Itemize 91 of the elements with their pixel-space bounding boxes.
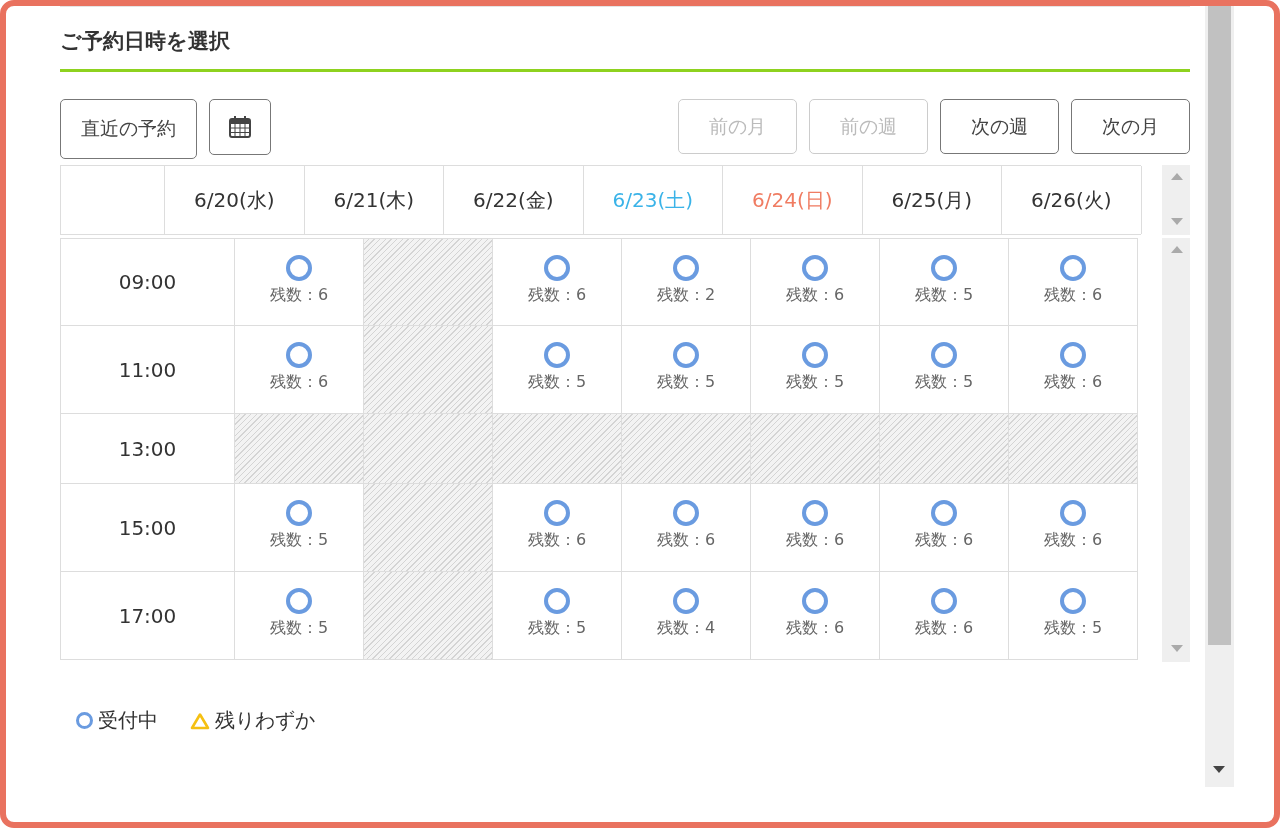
scroll-up-icon[interactable] [1171, 246, 1183, 253]
circle-icon [673, 588, 699, 614]
remaining-count: 残数：5 [785, 372, 845, 393]
circle-icon [544, 588, 570, 614]
scrollbar[interactable] [1162, 238, 1190, 662]
circle-icon [931, 342, 957, 368]
date-header: 6/26(火) [1002, 166, 1142, 234]
remaining-count: 残数：5 [527, 618, 587, 639]
date-header: 6/25(月) [862, 166, 1002, 234]
date-header: 6/21(木) [304, 166, 444, 234]
available-slot[interactable]: 残数：6 [751, 238, 880, 326]
legend-label: 残りわずか [215, 707, 315, 734]
circle-icon [544, 255, 570, 281]
circle-icon [286, 500, 312, 526]
scrollbar[interactable] [1205, 6, 1234, 787]
remaining-count: 残数：6 [1043, 530, 1103, 551]
time-label: 17:00 [60, 572, 235, 660]
remaining-count: 残数：6 [914, 530, 974, 551]
remaining-count: 残数：5 [914, 372, 974, 393]
date-header: 6/24(日) [723, 166, 863, 234]
remaining-count: 残数：5 [914, 285, 974, 306]
circle-icon [931, 500, 957, 526]
scroll-up-icon[interactable] [1171, 173, 1183, 180]
circle-icon [802, 588, 828, 614]
circle-icon [1060, 255, 1086, 281]
remaining-count: 残数：5 [527, 372, 587, 393]
remaining-count: 残数：6 [785, 530, 845, 551]
circle-icon [802, 500, 828, 526]
circle-icon [673, 255, 699, 281]
calendar-button[interactable] [209, 99, 271, 155]
circle-icon [1060, 500, 1086, 526]
scrollbar[interactable] [1162, 165, 1190, 235]
available-slot[interactable]: 残数：6 [622, 484, 751, 572]
circle-icon [286, 255, 312, 281]
available-slot[interactable]: 残数：6 [880, 484, 1009, 572]
navigation-button[interactable]: 次の月 [1071, 99, 1190, 154]
remaining-count: 残数：6 [527, 285, 587, 306]
available-slot[interactable]: 残数：6 [751, 572, 880, 660]
date-header: 6/20(水) [165, 166, 305, 234]
remaining-count: 残数：6 [269, 285, 329, 306]
navigation-button[interactable]: 次の週 [940, 99, 1059, 154]
available-slot[interactable]: 残数：6 [493, 238, 622, 326]
remaining-count: 残数：6 [269, 372, 329, 393]
remaining-count: 残数：5 [269, 618, 329, 639]
date-header: 6/23(土) [583, 166, 723, 234]
circle-icon [1060, 588, 1086, 614]
remaining-count: 残数：4 [656, 618, 716, 639]
circle-icon [802, 255, 828, 281]
available-slot[interactable]: 残数：5 [493, 572, 622, 660]
circle-icon [286, 588, 312, 614]
available-slot[interactable]: 残数：6 [1009, 484, 1138, 572]
available-slot[interactable]: 残数：4 [622, 572, 751, 660]
circle-icon [931, 588, 957, 614]
remaining-count: 残数：6 [785, 618, 845, 639]
available-slot[interactable]: 残数：5 [1009, 572, 1138, 660]
remaining-count: 残数：5 [1043, 618, 1103, 639]
remaining-count: 残数：6 [785, 285, 845, 306]
triangle-icon [190, 711, 210, 730]
remaining-count: 残数：6 [527, 530, 587, 551]
remaining-count: 残数：6 [1043, 285, 1103, 306]
time-label: 15:00 [60, 484, 235, 572]
remaining-count: 残数：6 [1043, 372, 1103, 393]
circle-icon [802, 342, 828, 368]
date-header: 6/22(金) [444, 166, 584, 234]
remaining-count: 残数：5 [269, 530, 329, 551]
circle-icon [1060, 342, 1086, 368]
circle-icon [544, 500, 570, 526]
remaining-count: 残数：6 [656, 530, 716, 551]
calendar-icon [227, 114, 253, 140]
remaining-count: 残数：2 [656, 285, 716, 306]
available-slot[interactable]: 残数：5 [880, 238, 1009, 326]
remaining-count: 残数：6 [914, 618, 974, 639]
available-slot[interactable]: 残数：6 [751, 484, 880, 572]
available-slot[interactable]: 残数：2 [622, 238, 751, 326]
time-label: 09:00 [60, 238, 235, 326]
scrollbar-thumb[interactable] [1208, 6, 1231, 645]
circle-icon [673, 500, 699, 526]
available-slot[interactable]: 残数：6 [1009, 238, 1138, 326]
legend-label: 受付中 [98, 707, 158, 734]
scroll-down-icon[interactable] [1213, 766, 1225, 773]
recent-reservation-button[interactable]: 直近の予約 [60, 99, 197, 159]
circle-icon [286, 342, 312, 368]
circle-icon [931, 255, 957, 281]
time-label: 11:00 [60, 326, 235, 414]
section-heading: ご予約日時を選択 [60, 7, 1190, 72]
remaining-count: 残数：5 [656, 372, 716, 393]
circle-icon [544, 342, 570, 368]
circle-icon [673, 342, 699, 368]
available-slot[interactable]: 残数：6 [880, 572, 1009, 660]
available-slot[interactable]: 残数：6 [493, 484, 622, 572]
circle-icon [76, 712, 93, 729]
